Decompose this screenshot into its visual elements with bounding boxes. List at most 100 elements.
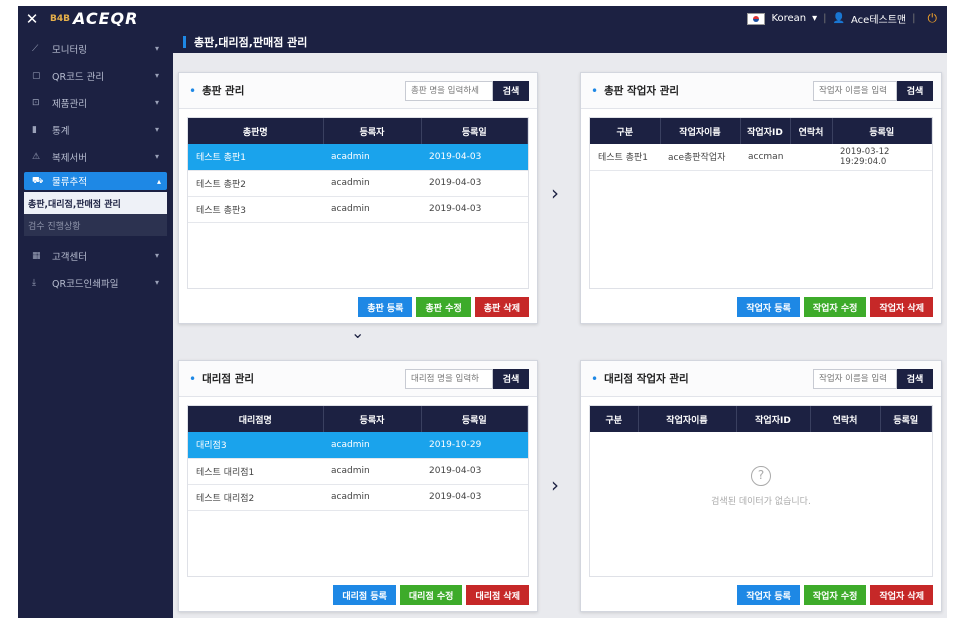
- column-header[interactable]: 연락처: [810, 406, 881, 432]
- bullet-icon: •: [189, 371, 197, 386]
- close-icon[interactable]: ✕: [18, 10, 46, 28]
- column-header[interactable]: 구분: [590, 118, 661, 144]
- search-box: 검색: [405, 80, 529, 101]
- table-cell: 테스트 총판2: [188, 170, 323, 197]
- agency-workers-table: 구분 작업자이름 작업자ID 연락처 등록일 ? 검색된 데이터가 없습니다.: [589, 405, 933, 577]
- table-cell: 테스트 대리점2: [188, 484, 323, 511]
- column-header[interactable]: 작업자이름: [638, 406, 737, 432]
- sidebar-item-qr-print[interactable]: ⤓ QR코드인쇄파일 ▾: [18, 269, 173, 296]
- table-cell: acadmin: [323, 484, 421, 511]
- distributor-search-input[interactable]: [405, 80, 493, 101]
- support-icon: ▦: [32, 250, 41, 261]
- empty-state: ? 검색된 데이터가 없습니다.: [590, 466, 932, 507]
- panel-actions: 작업자 등록 작업자 수정 작업자 삭제: [737, 585, 933, 605]
- chevron-up-icon: ▴: [156, 176, 161, 186]
- agency-worker-search-input[interactable]: [813, 368, 897, 389]
- search-box: 검색: [405, 368, 529, 389]
- column-header[interactable]: 대리점명: [188, 406, 324, 432]
- table-row[interactable]: 테스트 총판1 acadmin 2019-04-03: [188, 144, 528, 171]
- table-row[interactable]: 테스트 대리점2 acadmin 2019-04-03: [188, 484, 528, 511]
- chevron-down-icon: ▾: [154, 98, 159, 107]
- sidebar-item-label: QR코드 관리: [52, 71, 105, 83]
- table-row[interactable]: 대리점3 acadmin 2019-10-29: [188, 432, 528, 459]
- sidebar-item-monitoring[interactable]: ⟋ 모니터링 ▾: [18, 35, 173, 62]
- chevron-down-icon: ▾: [154, 71, 159, 80]
- table-row[interactable]: 테스트 총판3 acadmin 2019-04-03: [188, 196, 528, 223]
- table-cell: 2019-10-29: [421, 432, 528, 459]
- agency-panel: • 대리점 관리 검색 대리점명 등록자 등록일 대리점3 acadmin 20…: [178, 360, 538, 612]
- panel-actions: 총판 등록 총판 수정 총판 삭제: [358, 297, 529, 317]
- edit-worker-button[interactable]: 작업자 수정: [803, 585, 867, 605]
- add-agency-button[interactable]: 대리점 등록: [333, 585, 396, 605]
- column-header[interactable]: 등록자: [323, 406, 422, 432]
- sidebar-item-replica[interactable]: ⚠ 복제서버 ▾: [18, 143, 173, 170]
- delete-worker-button[interactable]: 작업자 삭제: [870, 585, 933, 605]
- edit-agency-button[interactable]: 대리점 수정: [399, 585, 463, 605]
- distributor-workers-table: 구분 작업자이름 작업자ID 연락처 등록일 테스트 총판1 ace총판작업자 …: [589, 117, 933, 289]
- delete-agency-button[interactable]: 대리점 삭제: [466, 585, 529, 605]
- table-row[interactable]: 테스트 총판2 acadmin 2019-04-03: [188, 170, 528, 197]
- logo-prefix: B4B: [50, 13, 70, 24]
- agency-search-button[interactable]: 검색: [493, 368, 529, 389]
- panel-header: • 총판 관리 검색: [179, 73, 537, 109]
- table-cell: acadmin: [323, 196, 421, 223]
- column-header[interactable]: 작업자ID: [736, 406, 811, 432]
- column-header[interactable]: 등록일: [421, 118, 528, 144]
- box-icon: ⊡: [32, 97, 40, 108]
- distributor-worker-search-button[interactable]: 검색: [897, 80, 933, 101]
- user-name[interactable]: Ace테스트맨: [851, 11, 906, 26]
- page-title: 총판,대리점,판매점 관리: [194, 36, 308, 49]
- sidebar-item-label: 고객센터: [52, 251, 87, 263]
- table-cell: 2019-04-03: [421, 144, 528, 171]
- column-header[interactable]: 작업자ID: [740, 118, 791, 144]
- table-row[interactable]: 테스트 총판1 ace총판작업자 accman 2019-03-12 19:29…: [590, 144, 932, 171]
- sidebar-item-qr[interactable]: ▢ QR코드 관리 ▾: [18, 62, 173, 89]
- page-title-bar: 총판,대리점,판매점 관리: [173, 31, 947, 53]
- column-header[interactable]: 등록일: [421, 406, 528, 432]
- chevron-down-icon[interactable]: ▾: [812, 13, 817, 24]
- submenu-item-partner-management[interactable]: 총판,대리점,판매점 관리: [24, 192, 167, 214]
- column-header[interactable]: 작업자이름: [660, 118, 741, 144]
- add-distributor-button[interactable]: 총판 등록: [358, 297, 413, 317]
- sidebar-item-logistics[interactable]: ⛟ 물류추적 ▴: [24, 172, 167, 190]
- add-worker-button[interactable]: 작업자 등록: [737, 585, 800, 605]
- sidebar-item-stats[interactable]: ▮ 통계 ▾: [18, 116, 173, 143]
- table-cell: ace총판작업자: [660, 144, 740, 171]
- agency-worker-search-button[interactable]: 검색: [897, 368, 933, 389]
- sidebar-item-products[interactable]: ⊡ 제품관리 ▾: [18, 89, 173, 116]
- user-icon: 👤: [832, 13, 845, 24]
- panel-title: 대리점 작업자 관리: [604, 373, 689, 385]
- column-header[interactable]: 등록일: [832, 118, 932, 144]
- header-right: Korean ▾ | 👤 Ace테스트맨 | ⏻: [747, 11, 947, 26]
- delete-distributor-button[interactable]: 총판 삭제: [474, 297, 529, 317]
- panel-header: • 총판 작업자 관리 검색: [581, 73, 941, 109]
- warning-icon: ⚠: [32, 151, 41, 162]
- distributor-worker-search-input[interactable]: [813, 80, 897, 101]
- column-header[interactable]: 총판명: [188, 118, 324, 144]
- edit-distributor-button[interactable]: 총판 수정: [416, 297, 471, 317]
- panel-actions: 작업자 등록 작업자 수정 작업자 삭제: [737, 297, 933, 317]
- column-header[interactable]: 등록자: [323, 118, 422, 144]
- submenu: 총판,대리점,판매점 관리 검수 진행상황: [24, 192, 167, 236]
- distributor-search-button[interactable]: 검색: [493, 80, 529, 101]
- column-header[interactable]: 구분: [590, 406, 639, 432]
- edit-worker-button[interactable]: 작업자 수정: [803, 297, 867, 317]
- column-header[interactable]: 등록일: [880, 406, 932, 432]
- table-cell: 테스트 총판3: [188, 196, 323, 223]
- delete-worker-button[interactable]: 작업자 삭제: [870, 297, 933, 317]
- power-icon[interactable]: ⏻: [928, 11, 938, 26]
- sidebar-item-label: 모니터링: [52, 44, 87, 56]
- add-worker-button[interactable]: 작업자 등록: [737, 297, 800, 317]
- panel-title: 총판 작업자 관리: [604, 85, 680, 97]
- title-accent: [183, 36, 186, 48]
- sidebar-item-support[interactable]: ▦ 고객센터 ▾: [18, 242, 173, 269]
- agency-search-input[interactable]: [405, 368, 493, 389]
- distributor-table: 총판명 등록자 등록일 테스트 총판1 acadmin 2019-04-03 테…: [187, 117, 529, 289]
- submenu-item-inspection-status[interactable]: 검수 진행상황: [24, 214, 167, 236]
- table-cell: acadmin: [323, 170, 421, 197]
- table-row[interactable]: 테스트 대리점1 acadmin 2019-04-03: [188, 458, 528, 485]
- main-content: 총판,대리점,판매점 관리 • 총판 관리 검색 총판명 등록자 등록일 테스트…: [173, 31, 947, 618]
- column-header[interactable]: 연락처: [790, 118, 833, 144]
- bullet-icon: •: [591, 83, 599, 98]
- language-select[interactable]: Korean: [771, 13, 806, 24]
